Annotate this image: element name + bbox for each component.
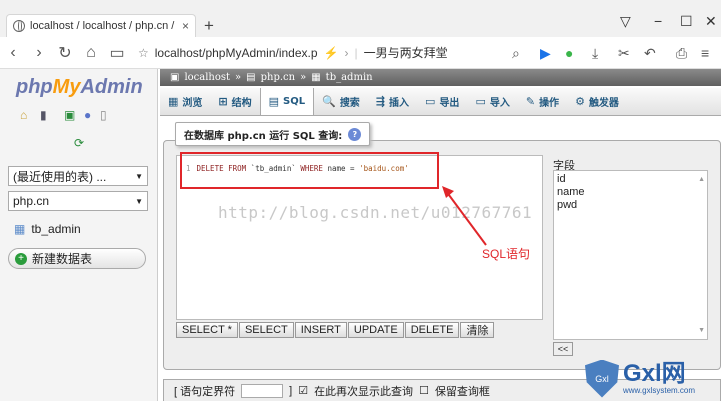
reload-icon[interactable]: ↻ (52, 43, 78, 63)
highlight-box (180, 152, 439, 189)
minimize-button[interactable]: − (654, 13, 662, 29)
home-icon[interactable]: ⌂ (20, 108, 27, 122)
separator: » (235, 72, 242, 83)
breadcrumb: ▣ localhost » ▤ php.cn » ▦ tb_admin (160, 69, 721, 86)
back-icon[interactable]: ‹ (0, 44, 26, 62)
table-icon: ▦ (14, 222, 26, 236)
home-icon[interactable]: ⌂ (78, 44, 104, 62)
database-select[interactable]: php.cn ▼ (8, 191, 148, 211)
url-text: localhost/phpMyAdmin/index.p (154, 45, 318, 60)
recent-tables-select[interactable]: (最近使用的表) ... ▼ (8, 166, 148, 186)
chevron-down-icon: ▼ (135, 171, 143, 181)
reload-nav-icon[interactable]: ⟳ (74, 136, 84, 150)
separator: › (344, 45, 349, 60)
trigger-icon: ⚙ (575, 95, 585, 108)
update-button[interactable]: UPDATE (347, 322, 404, 338)
undo-icon[interactable]: ↶ (644, 45, 656, 62)
list-item[interactable]: name (557, 186, 704, 199)
scroll-down-icon[interactable]: ▼ (698, 324, 705, 337)
annotation-label: SQL语句 (482, 247, 531, 261)
tab-operations[interactable]: ✎ 操作 (518, 88, 567, 115)
separator: | (354, 45, 358, 60)
pma-logo[interactable]: phpMyAdmin (16, 76, 143, 99)
search-icon[interactable]: ⌕ (512, 45, 520, 62)
fields-list[interactable]: id name pwd ▲ ▼ (553, 170, 708, 340)
server-icon: ▣ (170, 72, 180, 83)
query-buttons: SELECT * SELECT INSERT UPDATE DELETE 清除 (176, 322, 495, 338)
insert-field-button[interactable]: << (553, 342, 573, 356)
export-icon: ▭ (425, 95, 436, 108)
select-button[interactable]: SELECT (238, 322, 294, 338)
menu-icon[interactable]: ≡ (701, 45, 709, 61)
separator: » (300, 72, 307, 83)
insert-button[interactable]: INSERT (294, 322, 347, 338)
database-icon: ▤ (246, 72, 256, 83)
checkbox-show-again[interactable]: ☑ (298, 384, 308, 397)
scissors-icon[interactable]: ✂ (618, 45, 630, 62)
search-suggest-text[interactable]: 一男与两女拜堂 (364, 44, 448, 61)
tab-title: localhost / localhost / php.cn / tb (30, 20, 177, 32)
maximize-button[interactable]: ☐ (680, 13, 693, 30)
tab-triggers[interactable]: ⚙ 触发器 (567, 88, 627, 115)
close-icon[interactable]: × (182, 19, 189, 33)
top-menu-tabs: ▦ 浏览 ⊞ 结构 ▤ SQL 🔍 搜索 ⇶ 插入 ▭ 导出 ▭ 导入 ✎ 操作 ⚙ 触发器 (160, 88, 721, 116)
query-window-icon[interactable]: ▣ (64, 108, 75, 122)
structure-icon: ⊞ (218, 95, 228, 108)
table-item-tb-admin[interactable]: ▦ tb_admin (14, 222, 81, 236)
wrench-icon: ✎ (525, 95, 536, 108)
breadcrumb-server[interactable]: localhost (184, 72, 230, 83)
brand-watermark-logo: Gxl Gxl网 www.gxlsystem.com (585, 356, 720, 401)
tab-search[interactable]: 🔍 搜索 (314, 88, 368, 115)
search-icon: 🔍 (322, 95, 336, 108)
chevron-down-icon: ▼ (135, 196, 143, 206)
reader-icon[interactable]: ▭ (104, 43, 130, 63)
select-star-button[interactable]: SELECT * (176, 322, 238, 338)
tab-export[interactable]: ▭ 导出 (417, 88, 467, 115)
browser-tab[interactable]: localhost / localhost / php.cn / tb × (6, 14, 196, 37)
help-icon[interactable]: ? (348, 127, 362, 141)
list-item[interactable]: pwd (557, 199, 704, 212)
scroll-up-icon[interactable]: ▲ (698, 173, 705, 186)
lightning-icon[interactable]: ⚡ (324, 46, 339, 60)
tab-structure[interactable]: ⊞ 结构 (210, 88, 259, 115)
new-tab-button[interactable]: + (204, 16, 214, 36)
annotation-arrow (442, 186, 487, 246)
close-window-button[interactable]: ✕ (705, 13, 717, 30)
tab-insert[interactable]: ⇶ 插入 (368, 88, 417, 115)
exit-icon[interactable]: ▮ (40, 108, 47, 122)
add-icon: + (15, 252, 27, 265)
import-icon: ▭ (475, 95, 486, 108)
new-table-button[interactable]: + 新建数据表 (8, 248, 146, 269)
tab-browse[interactable]: ▦ 浏览 (160, 88, 210, 115)
chat-icon[interactable]: ● (565, 45, 573, 61)
browse-icon: ▦ (168, 95, 179, 108)
clear-button[interactable]: 清除 (460, 322, 495, 338)
delimiter-input[interactable] (241, 383, 284, 398)
tab-import[interactable]: ▭ 导入 (467, 88, 517, 115)
settings-icon[interactable]: ▯ (100, 108, 107, 122)
shield-logo-icon: Gxl (585, 359, 619, 398)
table-icon: ▦ (311, 72, 321, 83)
star-icon[interactable]: ☆ (138, 46, 149, 60)
shield-icon[interactable]: ▽ (620, 13, 631, 30)
globe-icon (13, 20, 25, 32)
play-icon[interactable]: ▶ (540, 45, 551, 62)
sql-icon: ▤ (268, 95, 280, 108)
checkbox-retain-box[interactable]: ☐ (419, 384, 429, 397)
address-bar[interactable]: ☆ localhost/phpMyAdmin/index.p ⚡ › | 一男与… (138, 44, 448, 61)
tab-sql[interactable]: ▤ SQL (259, 88, 315, 115)
forward-icon[interactable]: › (26, 44, 52, 62)
delete-button[interactable]: DELETE (404, 322, 460, 338)
breadcrumb-database[interactable]: php.cn (261, 72, 295, 83)
breadcrumb-table[interactable]: tb_admin (326, 72, 373, 83)
download-icon[interactable]: ⤓ (592, 45, 598, 62)
browser-nav-bar: ‹ › ↻ ⌂ ▭ ☆ localhost/phpMyAdmin/index.p… (0, 37, 721, 69)
list-item[interactable]: id (557, 173, 704, 186)
insert-icon: ⇶ (375, 95, 386, 108)
sql-legend: 在数据库 php.cn 运行 SQL 查询: ? (175, 122, 371, 146)
bag-icon[interactable]: ⎙ (676, 45, 687, 62)
docs-icon[interactable]: ● (84, 108, 91, 122)
